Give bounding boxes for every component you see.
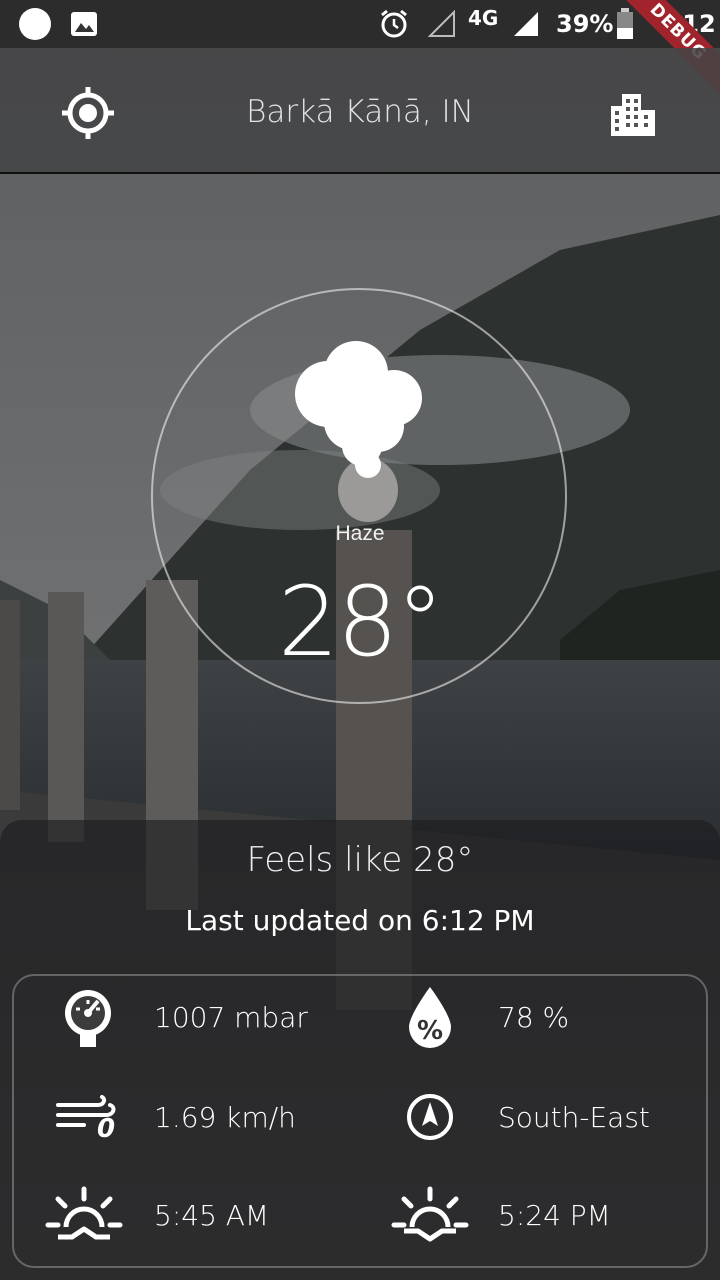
feels-like-text: Feels like 28° bbox=[246, 840, 474, 880]
last-updated-text: Last updated on 6:12 PM bbox=[185, 904, 535, 937]
weather-condition: Haze bbox=[335, 522, 385, 545]
wind-speed-icon: 0 bbox=[56, 1095, 116, 1139]
app-bar: Barkā Kānā, IN bbox=[0, 48, 720, 174]
image-notification-icon bbox=[70, 0, 98, 48]
city-search-button[interactable] bbox=[598, 78, 668, 148]
compass-icon bbox=[407, 1094, 453, 1140]
sunrise-icon bbox=[45, 1186, 123, 1240]
sunset-time: 5:24 PM bbox=[498, 1198, 611, 1232]
battery-percent: 39% bbox=[556, 10, 614, 38]
city-icon bbox=[611, 94, 655, 136]
wind-speed-value: 1.69 km/h bbox=[154, 1100, 296, 1134]
humidity-detail: % 78 % bbox=[390, 982, 569, 1052]
svg-text:0: 0 bbox=[97, 1114, 115, 1139]
current-temperature: 28° bbox=[277, 566, 444, 678]
sunrise-time: 5:45 AM bbox=[154, 1198, 270, 1232]
sunset-detail: 5:24 PM bbox=[386, 1180, 611, 1250]
haze-cloud-icon bbox=[295, 341, 422, 478]
svg-text:%: % bbox=[417, 1016, 443, 1046]
wind-direction-value: South-East bbox=[498, 1100, 650, 1134]
pressure-detail: 1007 mbar bbox=[48, 982, 308, 1052]
humidity-drop-icon: % bbox=[409, 987, 451, 1048]
pressure-gauge-icon bbox=[65, 990, 111, 1047]
notification-dot-icon bbox=[18, 0, 52, 48]
alarm-icon bbox=[378, 0, 410, 48]
humidity-value: 78 % bbox=[498, 1000, 570, 1034]
network-type-label: 4G bbox=[468, 6, 499, 30]
signal-strength-icon bbox=[512, 0, 540, 48]
wind-speed-detail: 0 1.69 km/h bbox=[48, 1082, 296, 1152]
status-bar: 4G 39% 6:12 bbox=[0, 0, 720, 48]
sunset-icon bbox=[391, 1186, 469, 1242]
sunrise-detail: 5:45 AM bbox=[40, 1180, 269, 1250]
signal-empty-icon bbox=[428, 0, 456, 48]
wind-direction-detail: South-East bbox=[390, 1082, 650, 1152]
pressure-value: 1007 mbar bbox=[154, 1000, 308, 1034]
